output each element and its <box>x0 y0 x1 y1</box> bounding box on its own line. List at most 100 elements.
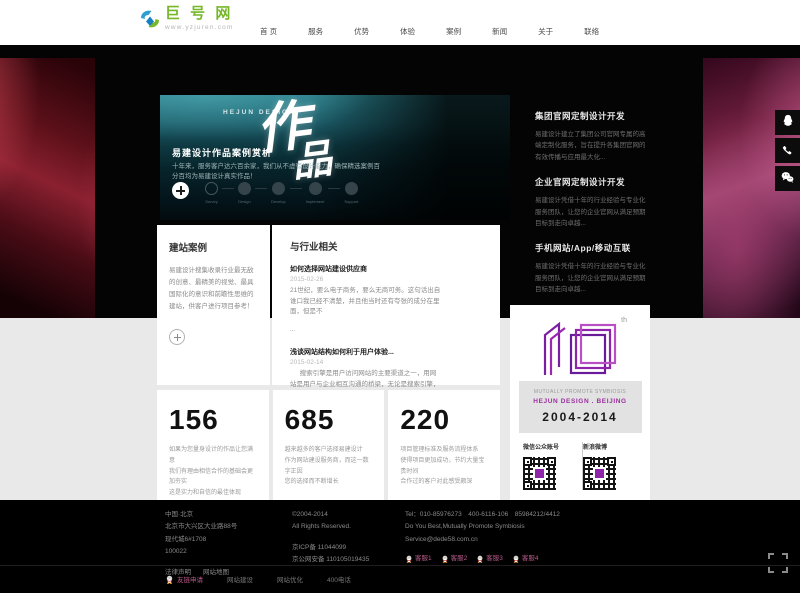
footer-copyright-column: ©2004-2014 All Rights Reserved. 京ICP备 11… <box>292 509 405 580</box>
stat-line: 这是实力和自信的最佳体现 <box>169 488 257 499</box>
step-5[interactable]: Support <box>344 182 358 204</box>
article-date: 2015-02-14 <box>290 359 482 366</box>
case-card-title: 建站案例 <box>169 240 258 254</box>
qq-contact-button[interactable] <box>775 110 800 135</box>
expand-button[interactable] <box>765 551 791 577</box>
hero-banner[interactable]: HEJUN DESIGN 作 品 易建设计作品案例赏析 十年来，服务客户达六百余… <box>160 95 510 220</box>
hero-plus-button[interactable] <box>172 182 189 199</box>
email-link[interactable]: Service@dede58.com.cn <box>405 536 478 543</box>
nav-item-about[interactable]: 关于 <box>538 26 553 37</box>
step-label: Survey <box>205 199 217 204</box>
bottom-link-label: 网站建设 <box>227 574 253 584</box>
expand-icon <box>766 563 790 578</box>
step-dash <box>255 188 267 189</box>
phone-icon <box>781 143 794 159</box>
article-excerpt: 21世纪，要么电子商务，要么无商可务。这句话出自谁口我已经不清楚，并且他当时还有… <box>290 286 442 318</box>
nav-item-home[interactable]: 首 页 <box>260 26 277 37</box>
service-title[interactable]: 企业官网定制设计开发 <box>535 176 648 188</box>
bottom-link-label: 400电话 <box>327 574 351 584</box>
article-title[interactable]: 如何选择网站建设供应商 <box>290 264 482 274</box>
article-date: 2015-02-26 <box>290 276 482 283</box>
nav-item-cases[interactable]: 案例 <box>446 26 461 37</box>
qq-agent-label: 客服3 <box>486 553 503 565</box>
services-column: 集团官网定制设计开发 易建设计建立了集团公司官网专属的高端定制化服务，旨在提升各… <box>535 110 648 308</box>
article-title[interactable]: 浅谈网站结构如何利于用户体验... <box>290 347 482 357</box>
news-article[interactable]: 如何选择网站建设供应商 2015-02-26 21世纪，要么电子商务，要么无商可… <box>290 264 482 336</box>
anniversary-brand: HEJUN DESIGN . BEIJING <box>519 398 642 405</box>
service-title[interactable]: 手机网站/App/移动互联 <box>535 242 648 254</box>
header: 巨 号 网 www.yzjuren.com 首 页 服务 优势 体验 案例 新闻… <box>0 0 800 45</box>
case-card-desc: 易建设计搜集收录行业最无敌的创意、最精美的视觉、最具国际化的意识和前瞻性思维的建… <box>169 265 258 313</box>
anniversary-tagline: MUTUALLY PROMOTE SYMBIOSIS <box>519 389 642 395</box>
step-3[interactable]: Develop <box>271 182 286 204</box>
stats-row: 156 如果为您量身设计的作品让您满意 我们有理由相信合作的基础会更加夯实 这是… <box>157 390 500 500</box>
bottom-link-label: 友链申请 <box>177 574 203 584</box>
friend-link-request[interactable]: 友链申请 <box>165 574 203 584</box>
stat-line: 作为网站建设服务商，而这一数字正因 <box>285 456 373 478</box>
stat-card-clients: 685 越来越多的客户选择易建设计 作为网站建设服务商，而这一数字正因 您的选择… <box>273 390 385 500</box>
anniversary-years: 2004-2014 <box>519 410 642 424</box>
stat-value: 156 <box>169 404 257 436</box>
stat-line: 我们有理由相信合作的基础会更加夯实 <box>169 467 257 489</box>
logo[interactable]: 巨 号 网 www.yzjuren.com <box>138 6 234 37</box>
nav-item-experience[interactable]: 体验 <box>400 26 415 37</box>
stat-line: 如果为您量身设计的作品让您满意 <box>169 445 257 467</box>
footer-slogan: Do You Best,Mutually Promote Symbiosis <box>405 521 685 533</box>
step-1[interactable]: Survey <box>205 182 218 204</box>
link-website-seo[interactable]: 网站优化 <box>277 574 303 584</box>
nav-item-contact[interactable]: 联络 <box>584 26 599 37</box>
qq-icon <box>512 555 520 563</box>
stat-card-projects: 220 项目管理标准及服务流程体系 使得项目更加成功，节约大量宝贵时间 合作过的… <box>388 390 500 500</box>
tenth-anniversary-logo: th <box>537 319 623 377</box>
wechat-qr-label: 微信公众账号 <box>523 442 583 451</box>
link-400-phone[interactable]: 400电话 <box>327 574 351 584</box>
stat-line: 越来越多的客户选择易建设计 <box>285 445 373 456</box>
news-card-title: 与行业相关 <box>290 239 482 253</box>
nav-item-advantages[interactable]: 优势 <box>354 26 369 37</box>
qq-agent-3[interactable]: 客服3 <box>476 553 503 565</box>
service-title[interactable]: 集团官网定制设计开发 <box>535 110 648 122</box>
footer-address-column: 中国·北京 北京市大兴区大业路88号 现代城6#1708 100022 法律声明… <box>165 509 292 580</box>
footer-contact-column: Tel：010-85976273 400-6116-106 85984212/4… <box>405 509 685 580</box>
hero-steps: Survey Design Develop Implement Support <box>172 182 358 204</box>
phone-contact-button[interactable] <box>775 138 800 163</box>
footer-divider <box>0 565 800 566</box>
nav-item-services[interactable]: 服务 <box>308 26 323 37</box>
copyright-line: ©2004-2014 <box>292 509 405 521</box>
step-circle-icon <box>345 182 358 195</box>
wechat-icon <box>780 170 795 188</box>
stat-line: 项目管理标准及服务流程体系 <box>400 445 488 456</box>
service-desc: 易建设计凭借十年的行业经验与专业化服务团队，让您的企业官网从满足预期目标到走向卓… <box>535 261 648 295</box>
step-label: Design <box>238 199 250 204</box>
service-group-website: 集团官网定制设计开发 易建设计建立了集团公司官网专属的高端定制化服务，旨在提升各… <box>535 110 648 163</box>
stat-value: 685 <box>285 404 373 436</box>
qq-agent-1[interactable]: 客服1 <box>405 553 432 565</box>
bottom-link-label: 网站优化 <box>277 574 303 584</box>
qq-icon <box>441 555 449 563</box>
nav-item-news[interactable]: 新闻 <box>492 26 507 37</box>
article-more-link[interactable]: ... <box>290 326 295 333</box>
case-studies-card: 建站案例 易建设计搜集收录行业最无敌的创意、最精美的视觉、最具国际化的意识和前瞻… <box>157 225 270 385</box>
qq-agent-label: 客服4 <box>522 553 539 565</box>
footer: 中国·北京 北京市大兴区大业路88号 现代城6#1708 100022 法律声明… <box>0 500 800 593</box>
link-website-build[interactable]: 网站建设 <box>227 574 253 584</box>
step-4[interactable]: Implement <box>306 182 325 204</box>
qq-agent-2[interactable]: 客服2 <box>441 553 468 565</box>
step-2[interactable]: Design <box>238 182 251 204</box>
step-label: Develop <box>271 199 286 204</box>
qq-agents-row: 客服1 客服2 客服3 客服4 <box>405 553 685 565</box>
address-line: 现代城6#1708 <box>165 534 292 546</box>
qq-agent-label: 客服2 <box>451 553 468 565</box>
qr-section: 微信公众账号 新浪微博 <box>510 442 650 490</box>
industry-news-card: 与行业相关 如何选择网站建设供应商 2015-02-26 21世纪，要么电子商务… <box>272 225 500 385</box>
icp-number: 京ICP备 11044099 <box>292 542 405 554</box>
wechat-contact-button[interactable] <box>775 166 800 191</box>
case-plus-button[interactable] <box>169 329 185 345</box>
wechat-qr-code-icon <box>523 457 556 490</box>
floating-contact-bar <box>775 110 800 191</box>
qq-agent-4[interactable]: 客服4 <box>512 553 539 565</box>
canyon-image-left <box>0 58 95 318</box>
service-corporate-website: 企业官网定制设计开发 易建设计凭借十年的行业经验与专业化服务团队，让您的企业官网… <box>535 176 648 229</box>
site-url: www.yzjuren.com <box>165 24 234 31</box>
main-nav: 首 页 服务 优势 体验 案例 新闻 关于 联络 <box>260 0 599 45</box>
